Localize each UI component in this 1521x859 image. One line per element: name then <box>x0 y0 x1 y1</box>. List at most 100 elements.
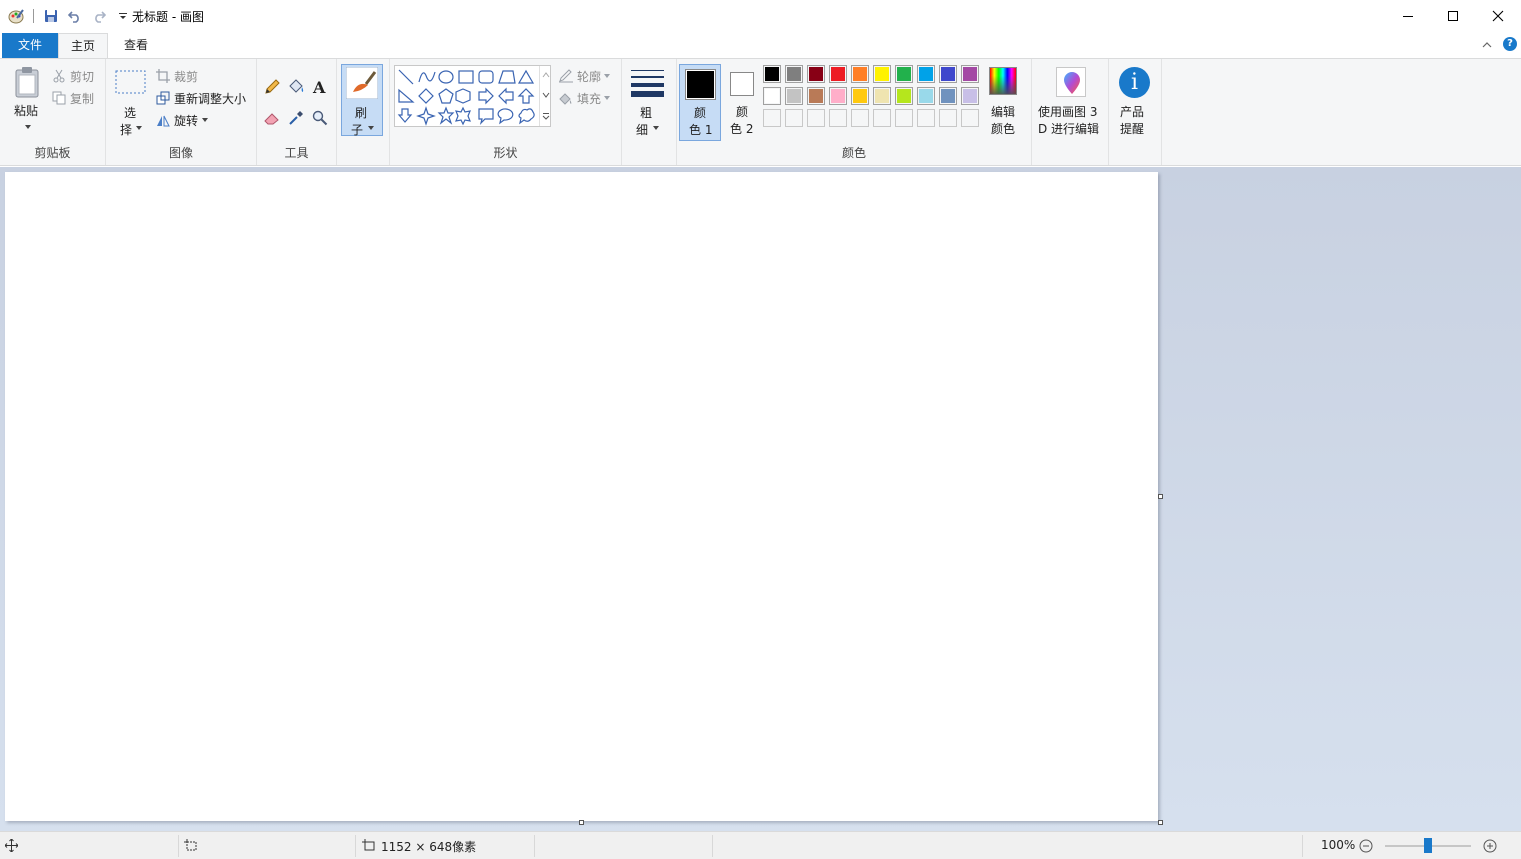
zoom-level-text: 100% <box>1321 838 1356 852</box>
select-label-2: 择 <box>120 123 133 137</box>
color2-swatch <box>730 72 754 96</box>
crop-button[interactable]: 裁剪 <box>156 67 198 85</box>
palette-swatch[interactable] <box>873 65 891 83</box>
palette-swatch-color <box>941 89 955 103</box>
magnifier-icon[interactable] <box>312 110 328 126</box>
cut-button[interactable]: 剪切 <box>52 67 94 85</box>
palette-custom-slot[interactable] <box>873 109 891 127</box>
tab-home[interactable]: 主页 <box>58 33 108 58</box>
fill-bucket-icon[interactable] <box>287 79 305 95</box>
tab-view[interactable]: 查看 <box>110 33 162 58</box>
collapse-ribbon-icon[interactable] <box>1481 39 1493 51</box>
zoom-in-icon[interactable] <box>1483 839 1497 853</box>
palette-swatch[interactable] <box>851 65 869 83</box>
color-palette <box>763 65 985 131</box>
palette-swatch-color <box>875 67 889 81</box>
save-icon[interactable] <box>41 6 61 26</box>
color1-button[interactable]: 颜 色 1 <box>679 64 721 141</box>
palette-custom-slot[interactable] <box>961 109 979 127</box>
palette-swatch[interactable] <box>895 65 913 83</box>
palette-swatch[interactable] <box>939 87 957 105</box>
paste-button[interactable]: 粘贴 <box>6 63 48 137</box>
select-button[interactable]: 选 择 <box>112 63 148 139</box>
edit-colors-label-1: 编辑 <box>991 105 1016 119</box>
outline-button[interactable]: 轮廓 <box>558 67 611 85</box>
zoom-slider-thumb[interactable] <box>1424 838 1432 853</box>
palette-swatch[interactable] <box>939 65 957 83</box>
palette-custom-slot[interactable] <box>807 109 825 127</box>
palette-custom-slot[interactable] <box>851 109 869 127</box>
pencil-icon[interactable] <box>264 79 280 95</box>
palette-swatch[interactable] <box>917 87 935 105</box>
zoom-out-icon[interactable] <box>1359 839 1373 853</box>
palette-swatch-color <box>963 67 977 81</box>
redo-icon[interactable] <box>89 6 109 26</box>
palette-swatch[interactable] <box>785 65 803 83</box>
brushes-button[interactable]: 刷 子 <box>341 64 383 137</box>
palette-custom-slot[interactable] <box>895 109 913 127</box>
palette-swatch[interactable] <box>807 65 825 83</box>
clipboard-group-label: 剪贴板 <box>34 146 71 160</box>
palette-custom-slot[interactable] <box>917 109 935 127</box>
resize-button[interactable]: 重新调整大小 <box>156 89 246 107</box>
resize-handle-corner[interactable] <box>1158 820 1163 825</box>
svg-text:A: A <box>312 78 326 96</box>
close-button[interactable] <box>1475 0 1521 32</box>
resize-handle-right[interactable] <box>1158 494 1163 499</box>
gallery-expand-icon <box>542 113 550 120</box>
palette-swatch[interactable] <box>829 87 847 105</box>
palette-swatch[interactable] <box>917 65 935 83</box>
tab-file[interactable]: 文件 <box>2 33 58 58</box>
rotate-button[interactable]: 旋转 <box>156 111 209 129</box>
canvas-workspace[interactable] <box>0 167 1521 831</box>
palette-custom-slot[interactable] <box>829 109 847 127</box>
palette-swatch[interactable] <box>785 87 803 105</box>
palette-swatch[interactable] <box>895 87 913 105</box>
palette-custom-slot[interactable] <box>939 109 957 127</box>
maximize-button[interactable] <box>1430 0 1476 32</box>
palette-swatch[interactable] <box>763 87 781 105</box>
paint3d-label-1: 使用画图 3 <box>1038 105 1098 119</box>
outline-label: 轮廓 <box>577 69 602 84</box>
product-alert-button[interactable]: i 产品 提醒 <box>1113 64 1159 141</box>
size-button[interactable]: 粗 细 <box>628 63 668 139</box>
color1-fill <box>687 71 714 98</box>
chevron-down-icon <box>604 74 611 78</box>
customize-qat-chevron-icon[interactable] <box>113 6 133 26</box>
color2-fill <box>732 74 752 94</box>
fill-button[interactable]: 填充 <box>558 89 611 107</box>
canvas-size-icon <box>362 839 375 851</box>
resize-handle-bottom[interactable] <box>579 820 584 825</box>
fill-icon <box>559 93 572 105</box>
palette-swatch[interactable] <box>873 87 891 105</box>
undo-icon[interactable] <box>65 6 85 26</box>
text-icon[interactable]: A <box>312 78 328 96</box>
group-colors: 颜 色 1 颜 色 2 编辑 颜色 颜色 <box>677 59 1032 165</box>
outline-pen-icon <box>559 69 573 83</box>
copy-button[interactable]: 复制 <box>52 89 94 107</box>
color-picker-icon[interactable] <box>288 110 304 126</box>
help-icon[interactable]: ? <box>1503 37 1517 51</box>
qat-separator <box>33 9 34 23</box>
palette-custom-slot[interactable] <box>785 109 803 127</box>
palette-custom-slot[interactable] <box>763 109 781 127</box>
drawing-canvas[interactable] <box>5 172 1158 821</box>
edit-colors-button[interactable]: 编辑 颜色 <box>986 64 1022 141</box>
shapes-gallery-scroll[interactable] <box>539 66 551 126</box>
chevron-down-icon <box>25 125 31 129</box>
shapes-gallery[interactable] <box>394 65 551 127</box>
edit-with-paint3d-button[interactable]: 使用画图 3 D 进行编辑 <box>1036 64 1106 141</box>
paint-app-icon[interactable] <box>6 6 26 26</box>
minimize-button[interactable] <box>1385 0 1431 32</box>
color2-button[interactable]: 颜 色 2 <box>723 64 763 141</box>
palette-swatch[interactable] <box>851 87 869 105</box>
palette-swatch[interactable] <box>807 87 825 105</box>
palette-swatch[interactable] <box>763 65 781 83</box>
shapes-group-label: 形状 <box>493 146 518 160</box>
eraser-icon[interactable] <box>264 110 282 126</box>
palette-swatch[interactable] <box>961 87 979 105</box>
palette-swatch[interactable] <box>961 65 979 83</box>
palette-swatch-color <box>809 89 823 103</box>
palette-swatch[interactable] <box>829 65 847 83</box>
fill-label: 填充 <box>577 91 602 106</box>
